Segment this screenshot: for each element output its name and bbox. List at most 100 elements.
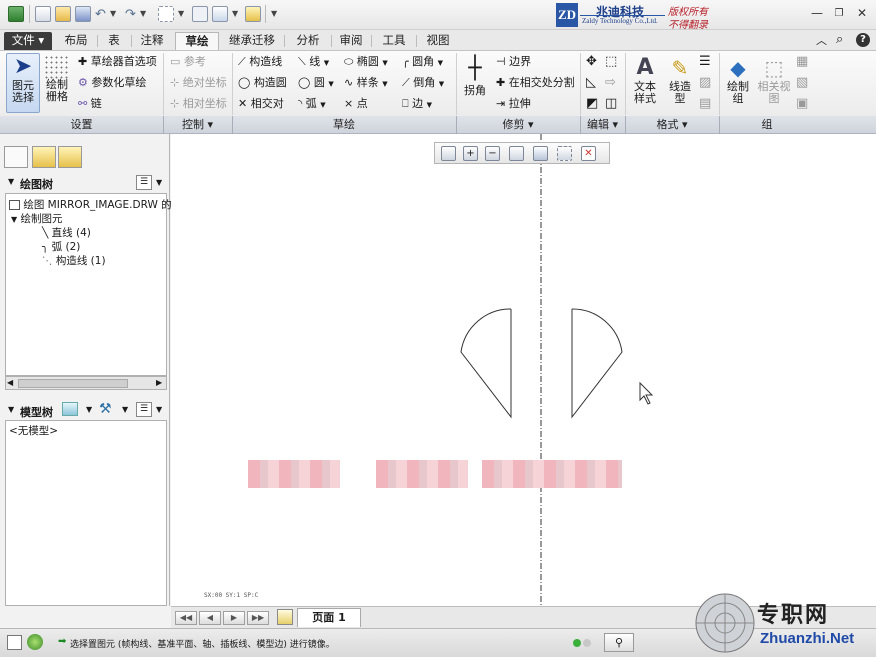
draw-grid-button[interactable]: 绘制 栅格 xyxy=(44,55,70,113)
corner-button[interactable]: ┼ 拐角 xyxy=(461,55,489,113)
point-button[interactable]: × 点 xyxy=(344,97,368,110)
tree-item-drawing[interactable]: 绘图 MIRROR_IMAGE.DRW 的第 1 xyxy=(9,197,192,212)
tree-item-lines[interactable]: ╲ 直线 (4) xyxy=(42,225,91,240)
chevron-down-icon[interactable]: ▼ xyxy=(156,405,162,414)
fillet-button[interactable]: ╭ 圆角 ▼ xyxy=(402,55,443,70)
close-window-icon[interactable] xyxy=(245,6,261,22)
tab-analysis[interactable]: 分析 xyxy=(288,32,328,50)
tree-tab-icon[interactable] xyxy=(4,146,28,168)
help-icon[interactable]: ? xyxy=(856,33,870,47)
circle-button[interactable]: ◯ 圆 ▼ xyxy=(298,76,334,91)
saved-views-icon[interactable] xyxy=(557,146,572,161)
tab-legacy-migration[interactable]: 继承迁移 xyxy=(224,32,280,50)
tab-sketch[interactable]: 草绘 xyxy=(175,32,219,50)
sketcher-prefs-button[interactable]: ✚ 草绘器首选项 xyxy=(78,55,157,68)
ungroup-icon[interactable]: ▧ xyxy=(796,76,808,89)
ellipse-button[interactable]: ⬭ 椭圆 ▼ xyxy=(344,55,388,70)
tab-file[interactable]: 文件 ▾ xyxy=(4,32,52,50)
group-trim[interactable]: 修剪 ▾ xyxy=(456,118,580,132)
collapse-icon[interactable]: ▼ xyxy=(8,405,14,414)
search-icon[interactable]: ⌕ xyxy=(836,33,843,46)
line-button[interactable]: ⟍ 线 ▼ xyxy=(298,55,329,70)
scale-icon[interactable]: ◩ xyxy=(586,97,598,110)
split-button[interactable]: ✚ 在相交处分割 xyxy=(496,76,575,89)
edge-button[interactable]: ⎕ 边 ▼ xyxy=(402,97,432,112)
next-page-icon[interactable]: ▶ xyxy=(223,611,245,625)
favorites-tab-icon[interactable] xyxy=(58,146,82,168)
group-icon[interactable]: ▦ xyxy=(796,55,808,68)
zoom-out-icon[interactable]: − xyxy=(485,146,500,161)
tree-horizontal-scrollbar[interactable]: ◀ ▶ xyxy=(5,376,167,390)
tab-tools[interactable]: 工具 xyxy=(376,32,412,50)
related-view-button[interactable]: ⬚ 相关视 图 xyxy=(757,55,791,113)
scrollbar-thumb[interactable] xyxy=(18,379,128,388)
tab-annotate[interactable]: 注释 xyxy=(134,32,170,50)
tree-settings-icon[interactable]: ☰ xyxy=(136,175,152,190)
windows-icon[interactable] xyxy=(212,6,228,22)
draw-group-button[interactable]: ◆ 绘制 组 xyxy=(723,55,753,113)
collapse-ribbon-icon[interactable]: ︿ xyxy=(816,34,827,47)
rotate-icon[interactable]: ◺ xyxy=(586,76,596,89)
collapse-icon[interactable]: ▼ xyxy=(8,177,14,186)
relative-coords-button[interactable]: ⊹ 相对坐标 xyxy=(170,97,227,110)
group-edit[interactable]: 编辑 ▾ xyxy=(580,118,625,132)
refit-icon[interactable] xyxy=(441,146,456,161)
chamfer-button[interactable]: ⟋ 倒角 ▼ xyxy=(402,76,444,91)
line-style-button[interactable]: ✎ 线造 型 xyxy=(664,55,696,113)
tools-icon[interactable]: ⚒ xyxy=(99,401,112,417)
datum-display-icon[interactable]: ✕ xyxy=(581,146,596,161)
repaint-icon[interactable] xyxy=(509,146,524,161)
new-file-icon[interactable] xyxy=(35,6,51,22)
text-style-button[interactable]: A 文本 样式 xyxy=(629,55,661,113)
restore-icon[interactable]: ❐ xyxy=(830,8,848,19)
model-display-icon[interactable] xyxy=(62,402,78,416)
layers-tab-icon[interactable] xyxy=(32,146,56,168)
display-style-icon[interactable] xyxy=(533,146,548,161)
select-button[interactable]: ➤ 图元 选择 xyxy=(6,53,40,113)
page-tab[interactable]: 页面 1 xyxy=(297,608,361,627)
reference-button[interactable]: ▭ 参考 xyxy=(170,55,206,68)
group-control[interactable]: 控制 ▾ xyxy=(163,118,232,132)
last-page-icon[interactable]: ▶▶ xyxy=(247,611,269,625)
drawing-canvas[interactable]: SX:00 SY:1 SP:C xyxy=(171,134,876,606)
scroll-right-icon[interactable]: ▶ xyxy=(156,378,162,387)
customize-toolbar-icon[interactable]: ▼ xyxy=(271,9,277,18)
absolute-coords-button[interactable]: ⊹ 绝对坐标 xyxy=(170,76,227,89)
redo-icon[interactable]: ↷ xyxy=(125,8,136,21)
tab-view[interactable]: 视图 xyxy=(420,32,456,50)
chevron-down-icon[interactable]: ▼ xyxy=(156,178,162,187)
chevron-down-icon[interactable]: ▼ xyxy=(86,405,92,414)
tree-item-construction-lines[interactable]: ⋱ 构造线 (1) xyxy=(42,253,106,268)
stretch-button[interactable]: ⇥ 拉伸 xyxy=(496,97,531,110)
tree-item-sketched-entities[interactable]: ▼ 绘制图元 xyxy=(11,211,63,226)
find-icon[interactable]: ⚲ xyxy=(604,633,634,652)
navigator-toggle-icon[interactable] xyxy=(7,635,22,650)
spline-button[interactable]: ∿ 样条 ▼ xyxy=(344,76,388,91)
construction-line-button[interactable]: ⟋ 构造线 xyxy=(238,55,282,68)
minimize-icon[interactable]: — xyxy=(808,6,826,20)
chevron-down-icon[interactable]: ▼ xyxy=(140,9,146,18)
erase-icon[interactable]: ▤ xyxy=(699,97,711,110)
rectangle-select-icon[interactable]: ⬚ xyxy=(605,55,617,68)
translate-icon[interactable]: ⇨ xyxy=(605,76,616,89)
arc-button[interactable]: ◝ 弧 ▼ xyxy=(298,97,326,112)
intersect-button[interactable]: ✕ 相交对 xyxy=(238,97,284,110)
regenerate-icon[interactable] xyxy=(192,6,208,22)
previous-page-icon[interactable]: ◀ xyxy=(199,611,221,625)
browser-toggle-icon[interactable] xyxy=(27,634,43,650)
zoom-in-icon[interactable]: + xyxy=(463,146,478,161)
tree-settings-icon[interactable]: ☰ xyxy=(136,402,152,417)
chevron-down-icon[interactable]: ▼ xyxy=(110,9,116,18)
chain-button[interactable]: ⚯ 链 xyxy=(78,97,102,110)
tree-item-arcs[interactable]: ╮ 弧 (2) xyxy=(42,239,80,254)
undo-icon[interactable]: ↶ xyxy=(95,8,106,21)
tab-review[interactable]: 审阅 xyxy=(335,32,367,50)
tab-layout[interactable]: 布局 xyxy=(58,32,94,50)
group-select-icon[interactable]: ▣ xyxy=(796,97,808,110)
scroll-left-icon[interactable]: ◀ xyxy=(7,378,13,387)
hatch-icon[interactable]: ▨ xyxy=(699,76,711,89)
tab-table[interactable]: 表 xyxy=(101,32,127,50)
open-folder-icon[interactable] xyxy=(55,6,71,22)
save-icon[interactable] xyxy=(75,6,91,22)
chevron-down-icon[interactable]: ▼ xyxy=(232,9,238,18)
